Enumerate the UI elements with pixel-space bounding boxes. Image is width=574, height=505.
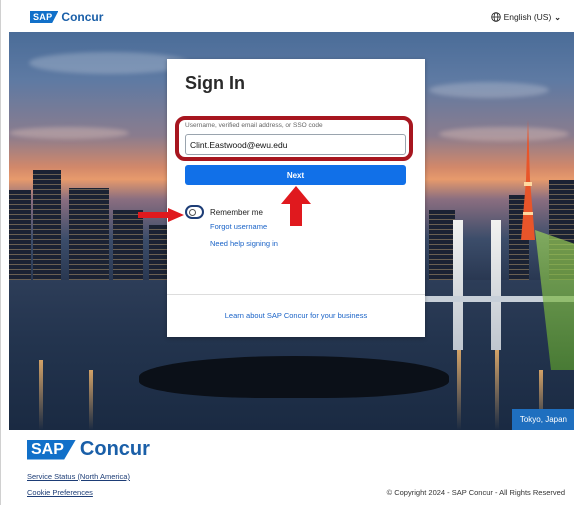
language-selector[interactable]: English (US) ⌄ xyxy=(490,12,561,22)
sap-badge: SAP xyxy=(30,11,59,23)
toggle-knob xyxy=(189,209,196,216)
footer-concur-wordmark: Concur xyxy=(79,438,150,460)
cloud xyxy=(9,127,129,139)
page: SAP Concur English (US) ⌄ Tokyo, Japan S… xyxy=(0,0,574,505)
island-silhouette xyxy=(139,356,449,398)
forgot-username-link[interactable]: Forgot username xyxy=(210,222,267,231)
location-label: Tokyo, Japan xyxy=(511,409,574,430)
concur-wordmark: Concur xyxy=(61,10,104,24)
building xyxy=(33,170,61,280)
cloud xyxy=(439,127,569,141)
cookie-preferences-link[interactable]: Cookie Preferences xyxy=(27,488,93,497)
arrow-right-icon xyxy=(138,208,184,222)
chevron-down-icon: ⌄ xyxy=(554,12,561,22)
service-status-link[interactable]: Service Status (North America) xyxy=(27,472,130,481)
copyright-text: © Copyright 2024 - SAP Concur - All Righ… xyxy=(386,488,565,497)
username-highlight-annotation xyxy=(175,116,413,161)
cloud xyxy=(429,82,549,98)
language-label: English (US) xyxy=(503,12,552,22)
bridge-pylon xyxy=(491,220,501,350)
next-button[interactable]: Next xyxy=(185,165,406,185)
building xyxy=(429,210,455,280)
cloud xyxy=(29,52,189,74)
top-bar: SAP Concur English (US) ⌄ xyxy=(1,0,574,32)
building xyxy=(149,225,169,280)
page-footer: SAP Concur Service Status (North America… xyxy=(1,430,574,505)
building xyxy=(69,188,109,280)
tokyo-tower xyxy=(521,120,535,240)
arrow-up-icon xyxy=(281,186,311,226)
remember-me-label: Remember me xyxy=(210,208,263,217)
sign-in-title: Sign In xyxy=(185,73,245,93)
building xyxy=(9,190,31,280)
footer-sap-concur-logo: SAP Concur xyxy=(27,438,150,461)
footer-sap-badge: SAP xyxy=(27,439,76,460)
bridge-pylon xyxy=(453,220,463,350)
card-divider xyxy=(167,294,425,295)
need-help-link[interactable]: Need help signing in xyxy=(210,239,278,248)
globe-icon xyxy=(490,12,501,22)
remember-me-toggle[interactable] xyxy=(185,205,204,219)
sap-concur-logo[interactable]: SAP Concur xyxy=(30,10,103,24)
learn-more-link[interactable]: Learn about SAP Concur for your business xyxy=(167,311,425,320)
